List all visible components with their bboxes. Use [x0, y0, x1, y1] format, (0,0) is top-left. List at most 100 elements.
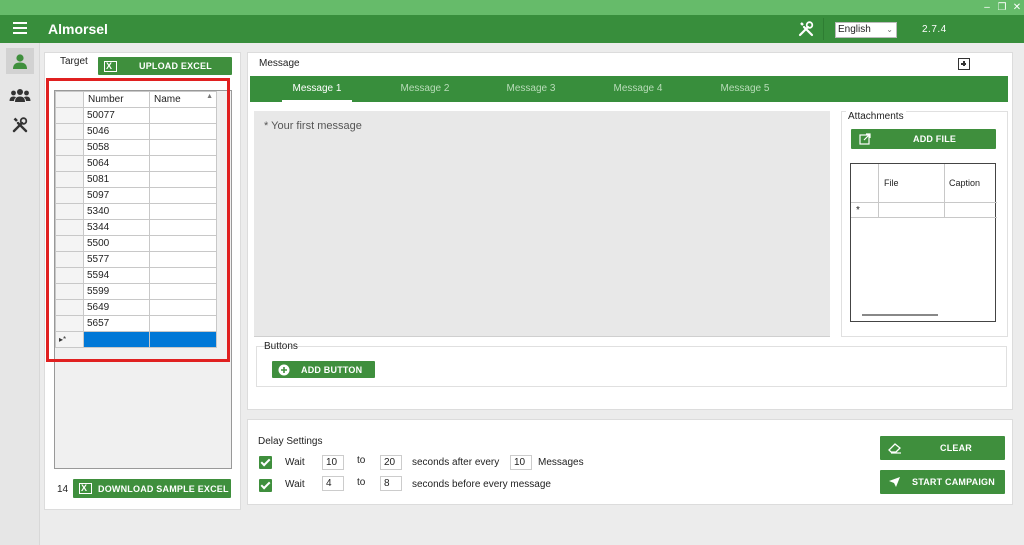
- nav-tools[interactable]: [6, 112, 34, 138]
- table-row[interactable]: 50077: [55, 107, 217, 124]
- row-header[interactable]: [55, 187, 84, 204]
- nav-groups[interactable]: [6, 82, 34, 108]
- table-row[interactable]: 5058: [55, 139, 217, 156]
- column-header-file[interactable]: File: [884, 178, 899, 188]
- menu-icon[interactable]: [13, 22, 27, 34]
- table-row[interactable]: 5649: [55, 299, 217, 316]
- cell-name[interactable]: [149, 139, 217, 156]
- row-header[interactable]: [55, 283, 84, 300]
- delay-after-min-input[interactable]: 10: [322, 455, 344, 470]
- cell-name[interactable]: [149, 315, 217, 332]
- cell-name[interactable]: [149, 203, 217, 220]
- cell-number[interactable]: 5097: [83, 187, 150, 204]
- cell-name[interactable]: [149, 219, 217, 236]
- row-header[interactable]: [55, 155, 84, 172]
- cell-name[interactable]: [149, 171, 217, 188]
- tab-target[interactable]: Target: [50, 54, 98, 74]
- table-row[interactable]: 5097: [55, 187, 217, 204]
- cell-number[interactable]: 5046: [83, 123, 150, 140]
- tools-icon[interactable]: [797, 20, 815, 38]
- language-select[interactable]: English ⌄: [835, 22, 897, 38]
- row-header[interactable]: [55, 267, 84, 284]
- row-header[interactable]: [55, 123, 84, 140]
- table-row[interactable]: 5599: [55, 283, 217, 300]
- row-header[interactable]: [55, 171, 84, 188]
- cell-name[interactable]: [149, 299, 217, 316]
- table-row[interactable]: 5577: [55, 251, 217, 268]
- cell-number[interactable]: 5058: [83, 139, 150, 156]
- cell-name[interactable]: [149, 107, 217, 124]
- horizontal-scrollbar[interactable]: [862, 314, 938, 316]
- cell-name[interactable]: [149, 251, 217, 268]
- cell-number[interactable]: 5500: [83, 235, 150, 252]
- nav-contacts[interactable]: [6, 48, 34, 74]
- cell-number[interactable]: 50077: [83, 107, 150, 124]
- message-textarea[interactable]: * Your first message: [254, 111, 830, 337]
- table-row[interactable]: 5594: [55, 267, 217, 284]
- add-message-icon[interactable]: [958, 58, 970, 70]
- add-file-label: ADD FILE: [913, 134, 957, 144]
- add-button-button[interactable]: ADD BUTTON: [272, 361, 375, 378]
- download-sample-excel-button[interactable]: DOWNLOAD SAMPLE EXCEL: [73, 479, 231, 498]
- cell-name[interactable]: [149, 123, 217, 140]
- delay-after-max-input[interactable]: 20: [380, 455, 402, 470]
- table-row[interactable]: 5657: [55, 315, 217, 332]
- chevron-down-icon: ⌄: [886, 25, 893, 34]
- cell-number[interactable]: 5081: [83, 171, 150, 188]
- cell-name[interactable]: [149, 235, 217, 252]
- delay-after-checkbox[interactable]: [259, 456, 272, 469]
- tab-message-5[interactable]: Message 5: [700, 76, 790, 102]
- tab-message-1[interactable]: Message 1: [272, 76, 362, 102]
- close-button[interactable]: ✕: [1009, 0, 1024, 15]
- column-header-name[interactable]: Name ▲: [149, 91, 217, 108]
- table-row[interactable]: 5344: [55, 219, 217, 236]
- minimize-button[interactable]: –: [979, 0, 995, 15]
- row-header[interactable]: [55, 219, 84, 236]
- row-header[interactable]: [55, 203, 84, 220]
- table-row[interactable]: 5064: [55, 155, 217, 172]
- start-campaign-button[interactable]: START CAMPAIGN: [880, 470, 1005, 494]
- cell-number-new[interactable]: [83, 331, 150, 348]
- cell-name[interactable]: [149, 187, 217, 204]
- restore-button[interactable]: ❐: [994, 0, 1010, 15]
- cell-number[interactable]: 5657: [83, 315, 150, 332]
- upload-excel-button[interactable]: UPLOAD EXCEL: [98, 57, 232, 75]
- row-header[interactable]: [55, 235, 84, 252]
- new-row[interactable]: ▸*: [55, 331, 217, 348]
- table-row[interactable]: 5081: [55, 171, 217, 188]
- tab-message-3[interactable]: Message 3: [486, 76, 576, 102]
- delay-before-max-input[interactable]: 8: [380, 476, 402, 491]
- cell-name[interactable]: [149, 267, 217, 284]
- tab-message-2[interactable]: Message 2: [380, 76, 470, 102]
- cell-number[interactable]: 5599: [83, 283, 150, 300]
- clear-button[interactable]: CLEAR: [880, 436, 1005, 460]
- add-file-button[interactable]: ADD FILE: [851, 129, 996, 149]
- row-divider: [851, 217, 997, 218]
- row-header[interactable]: [55, 107, 84, 124]
- tab-message-4[interactable]: Message 4: [593, 76, 683, 102]
- cell-name[interactable]: [149, 283, 217, 300]
- cell-number[interactable]: 5344: [83, 219, 150, 236]
- column-header-caption[interactable]: Caption: [949, 178, 980, 188]
- cell-number[interactable]: 5064: [83, 155, 150, 172]
- messages-count-input[interactable]: 10: [510, 455, 532, 470]
- cell-name[interactable]: [149, 155, 217, 172]
- row-header[interactable]: [55, 139, 84, 156]
- table-row[interactable]: 5340: [55, 203, 217, 220]
- delay-before-min-input[interactable]: 4: [322, 476, 344, 491]
- cell-number[interactable]: 5340: [83, 203, 150, 220]
- row-header[interactable]: [55, 251, 84, 268]
- attachments-table[interactable]: File Caption *: [850, 163, 997, 322]
- column-header-number[interactable]: Number: [83, 91, 150, 108]
- row-header[interactable]: [55, 315, 84, 332]
- row-header[interactable]: [55, 299, 84, 316]
- cell-name-new[interactable]: [149, 331, 217, 348]
- cell-number[interactable]: 5649: [83, 299, 150, 316]
- external-link-icon: [859, 133, 871, 145]
- cell-number[interactable]: 5577: [83, 251, 150, 268]
- cell-number[interactable]: 5594: [83, 267, 150, 284]
- table-row[interactable]: 5500: [55, 235, 217, 252]
- numbers-grid[interactable]: Number Name ▲ 50077 5046 5058 5064 5081 5097 53…: [54, 90, 232, 469]
- table-row[interactable]: 5046: [55, 123, 217, 140]
- delay-before-checkbox[interactable]: [259, 479, 272, 492]
